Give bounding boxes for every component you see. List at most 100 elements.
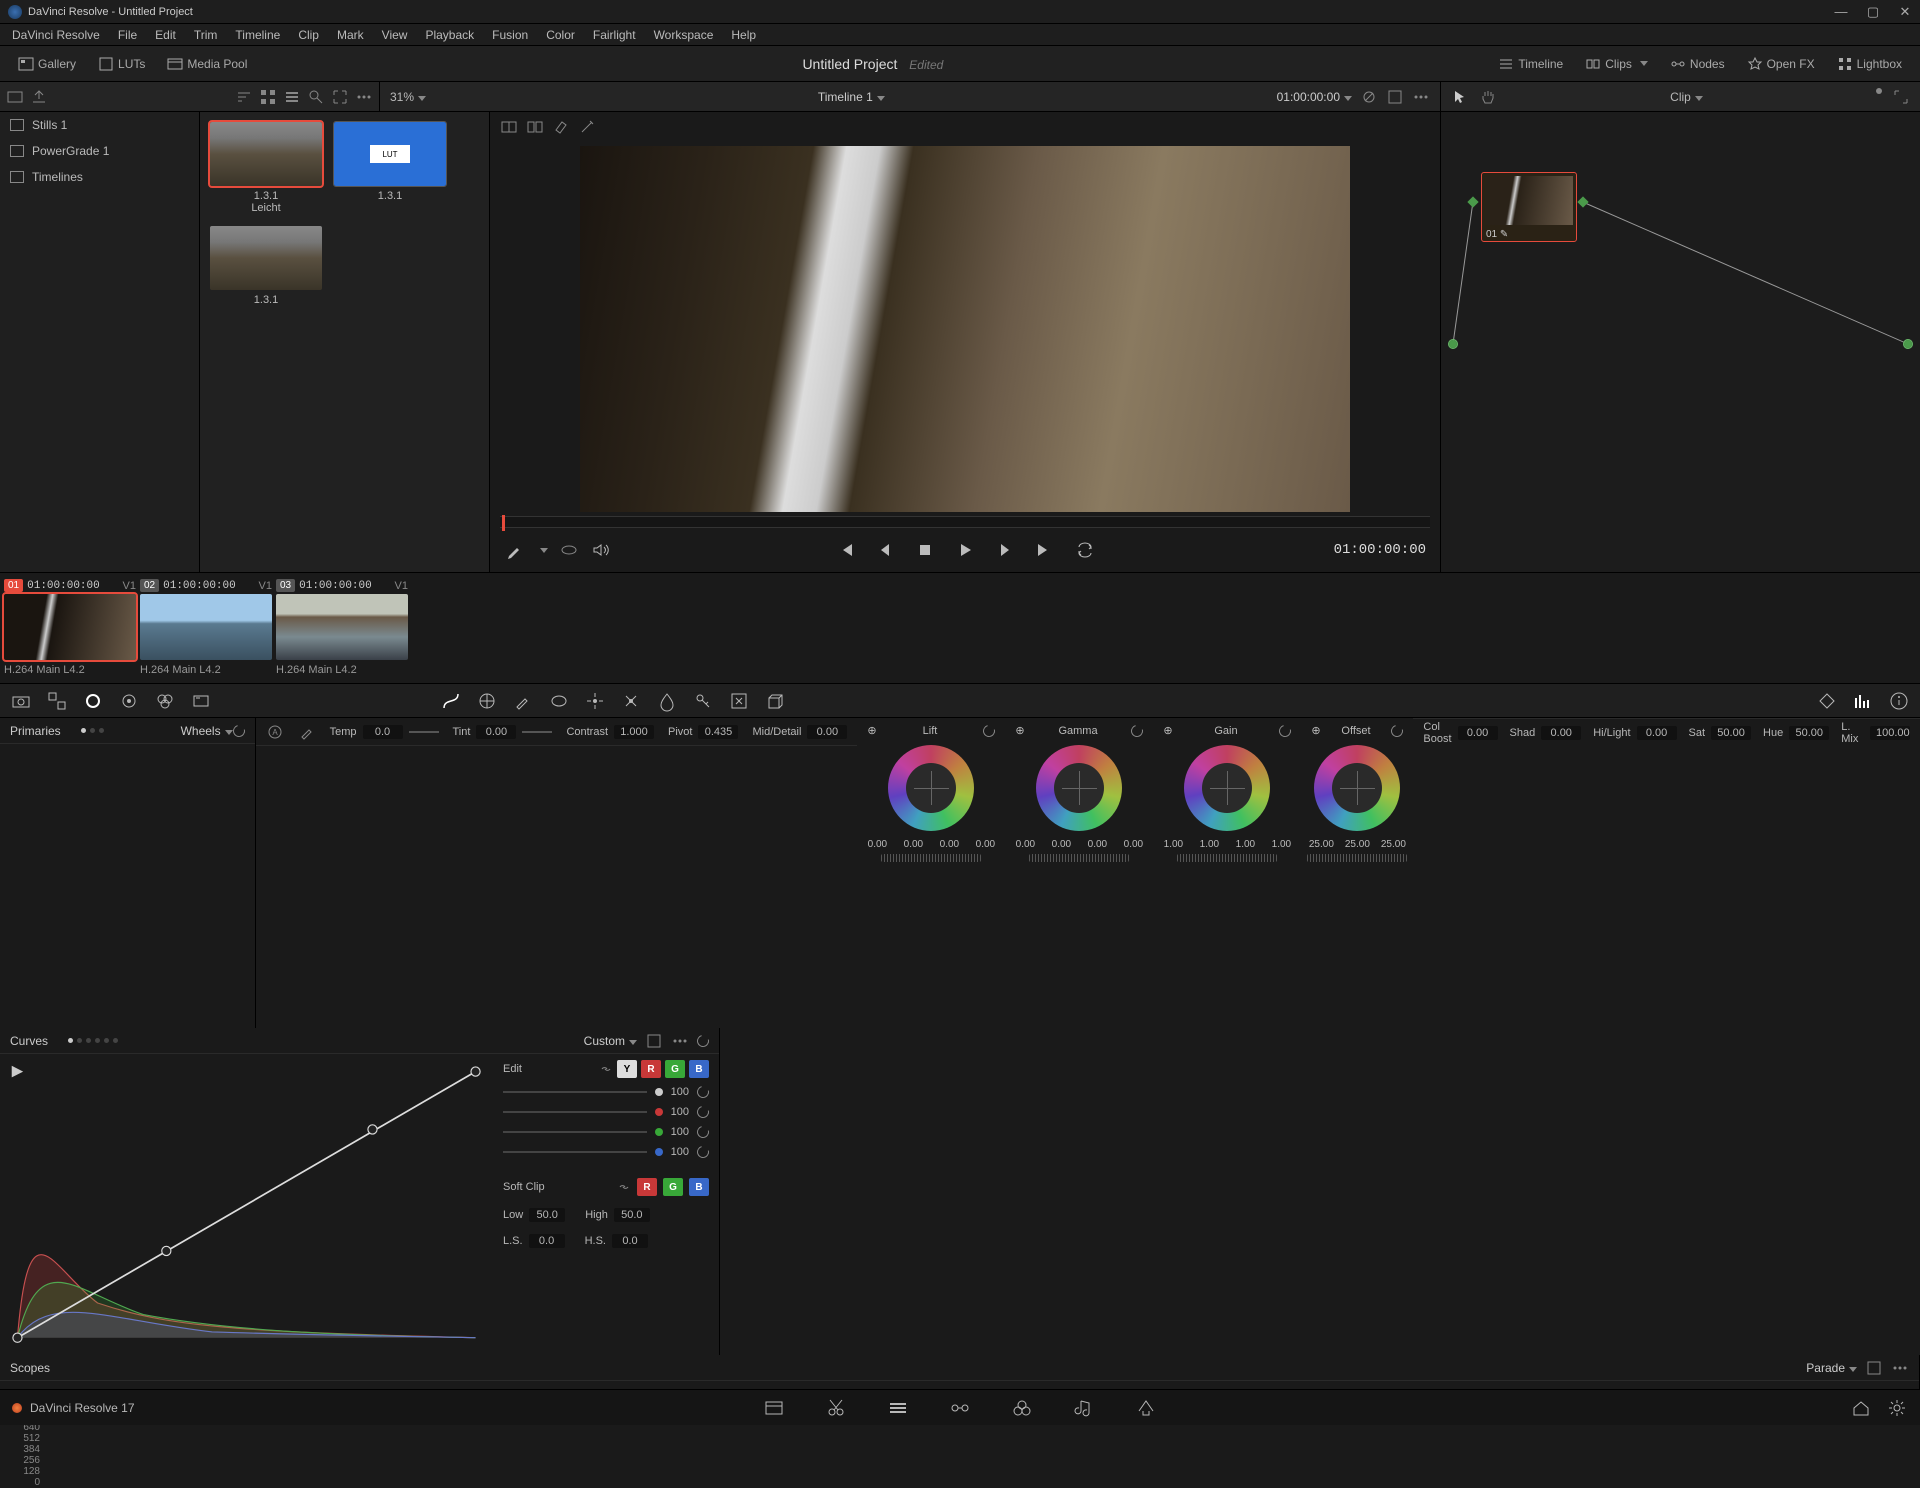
menu-fairlight[interactable]: Fairlight xyxy=(585,26,644,44)
3d-icon[interactable] xyxy=(764,690,786,712)
menu-timeline[interactable]: Timeline xyxy=(227,26,288,44)
pivot-value[interactable]: 0.435 xyxy=(698,725,738,739)
curves-icon[interactable] xyxy=(440,690,462,712)
stop-button[interactable] xyxy=(914,539,936,561)
blur-icon[interactable] xyxy=(656,690,678,712)
more-viewer-icon[interactable] xyxy=(1412,88,1430,106)
lightbox-toggle[interactable]: Lightbox xyxy=(1829,53,1910,75)
gallery-thumb[interactable]: 1.3.1 xyxy=(210,226,322,306)
color-page-icon[interactable] xyxy=(1011,1397,1033,1419)
temp-value[interactable]: 0.0 xyxy=(363,725,403,739)
softclip-hs[interactable]: 0.0 xyxy=(612,1234,648,1248)
menu-view[interactable]: View xyxy=(374,26,416,44)
hilight-value[interactable]: 0.00 xyxy=(1637,726,1677,740)
menu-clip[interactable]: Clip xyxy=(290,26,327,44)
clips-toggle[interactable]: Clips xyxy=(1577,53,1656,75)
deliver-page-icon[interactable] xyxy=(1135,1397,1157,1419)
menu-resolve[interactable]: DaVinci Resolve xyxy=(4,26,108,44)
close-button[interactable]: ✕ xyxy=(1898,5,1912,19)
node-source[interactable] xyxy=(1449,340,1457,348)
softclip-r[interactable]: R xyxy=(637,1178,657,1196)
reset-icon[interactable] xyxy=(230,722,246,738)
last-frame-button[interactable] xyxy=(1034,539,1056,561)
openfx-toggle[interactable]: Open FX xyxy=(1739,53,1823,75)
export-icon[interactable] xyxy=(30,88,48,106)
scopes-expand-icon[interactable] xyxy=(1865,1359,1883,1377)
primaries-mode[interactable]: Wheels xyxy=(181,724,233,738)
hue-value[interactable]: 50.00 xyxy=(1789,726,1829,740)
contrast-value[interactable]: 1.000 xyxy=(614,725,654,739)
pick-wb-icon[interactable] xyxy=(298,723,316,741)
nodes-panel[interactable]: 01 ✎ xyxy=(1440,112,1920,572)
sidebar-timelines[interactable]: Timelines xyxy=(0,164,199,190)
menu-file[interactable]: File xyxy=(110,26,145,44)
gallery-thumb[interactable]: 1.3.1 Leicht xyxy=(210,122,322,214)
next-frame-button[interactable] xyxy=(994,539,1016,561)
minimize-button[interactable]: — xyxy=(1834,5,1848,19)
auto-balance-icon[interactable]: A xyxy=(266,723,284,741)
node-zoom-dot[interactable] xyxy=(1876,88,1882,94)
fullscreen-icon[interactable] xyxy=(1386,88,1404,106)
list-view-icon[interactable] xyxy=(283,88,301,106)
softclip-high[interactable]: 50.0 xyxy=(614,1208,650,1222)
node-01[interactable]: 01 ✎ xyxy=(1481,172,1577,242)
more-icon[interactable] xyxy=(355,88,373,106)
fusion-page-icon[interactable] xyxy=(949,1397,971,1419)
qualifier-icon[interactable] xyxy=(512,690,534,712)
tracking-icon[interactable] xyxy=(584,690,606,712)
timeline-toggle[interactable]: Timeline xyxy=(1490,53,1571,75)
viewer-scrubber[interactable] xyxy=(500,516,1430,528)
timeline-name[interactable]: Timeline 1 xyxy=(434,90,1269,104)
nodes-toggle[interactable]: Nodes xyxy=(1662,53,1733,75)
gallery-thumb[interactable]: LUT 1.3.1 xyxy=(334,122,446,214)
project-settings-icon[interactable] xyxy=(1886,1397,1908,1419)
menu-edit[interactable]: Edit xyxy=(147,26,184,44)
loop-button[interactable] xyxy=(1074,539,1096,561)
viewer-zoom[interactable]: 31% xyxy=(390,90,426,104)
nodes-clip-dropdown[interactable]: Clip xyxy=(1670,90,1703,104)
menu-color[interactable]: Color xyxy=(538,26,583,44)
pan-tool-icon[interactable] xyxy=(1479,88,1497,106)
play-button[interactable] xyxy=(954,539,976,561)
unmix-icon[interactable] xyxy=(558,539,580,561)
cut-page-icon[interactable] xyxy=(825,1397,847,1419)
keyframes-icon[interactable] xyxy=(1816,690,1838,712)
wand-icon[interactable] xyxy=(578,118,596,136)
colboost-value[interactable]: 0.00 xyxy=(1458,726,1498,740)
stills-view-icon[interactable] xyxy=(6,88,24,106)
grid-view-icon[interactable] xyxy=(259,88,277,106)
maximize-button[interactable]: ▢ xyxy=(1866,5,1880,19)
timeline-clip[interactable]: 0201:00:00:00V1 H.264 Main L4.2 xyxy=(140,579,272,676)
viewer-image[interactable] xyxy=(580,146,1350,512)
mute-icon[interactable] xyxy=(590,539,612,561)
gallery-toggle[interactable]: Gallery xyxy=(10,53,84,75)
color-match-icon[interactable] xyxy=(46,690,68,712)
scopes-mode[interactable]: Parade xyxy=(1806,1361,1857,1375)
timeline-clip[interactable]: 0101:00:00:00V1 H.264 Main L4.2 xyxy=(4,579,136,676)
lmix-value[interactable]: 100.00 xyxy=(1870,726,1910,740)
mediapool-toggle[interactable]: Media Pool xyxy=(159,53,255,75)
motion-effects-icon[interactable] xyxy=(190,690,212,712)
menu-mark[interactable]: Mark xyxy=(329,26,372,44)
color-warper-icon[interactable] xyxy=(476,690,498,712)
softclip-b[interactable]: B xyxy=(689,1178,709,1196)
key-icon[interactable] xyxy=(692,690,714,712)
middetail-value[interactable]: 0.00 xyxy=(807,725,847,739)
channel-b[interactable]: B xyxy=(689,1060,709,1078)
prev-frame-button[interactable] xyxy=(874,539,896,561)
menu-help[interactable]: Help xyxy=(723,26,764,44)
sizing-icon[interactable] xyxy=(728,690,750,712)
media-page-icon[interactable] xyxy=(763,1397,785,1419)
sidebar-stills[interactable]: Stills 1 xyxy=(0,112,199,138)
info-icon[interactable] xyxy=(1888,690,1910,712)
split-view-icon[interactable] xyxy=(526,118,544,136)
curves-expand-icon[interactable] xyxy=(645,1032,663,1050)
fairlight-page-icon[interactable] xyxy=(1073,1397,1095,1419)
picker-icon[interactable] xyxy=(504,539,526,561)
menu-fusion[interactable]: Fusion xyxy=(484,26,536,44)
first-frame-button[interactable] xyxy=(834,539,856,561)
node-destination[interactable] xyxy=(1904,340,1912,348)
link-icon[interactable] xyxy=(617,1180,631,1194)
timeline-clip[interactable]: 0301:00:00:00V1 H.264 Main L4.2 xyxy=(276,579,408,676)
channel-r[interactable]: R xyxy=(641,1060,661,1078)
